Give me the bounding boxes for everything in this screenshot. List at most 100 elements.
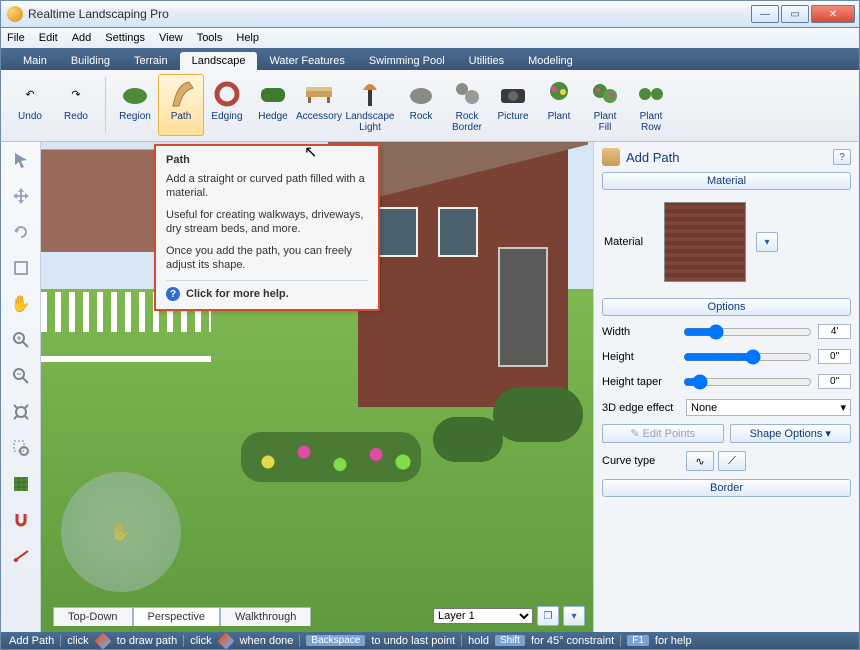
taper-value[interactable]: 0" <box>818 374 851 389</box>
grid-tool[interactable] <box>9 472 33 496</box>
move-tool[interactable] <box>9 184 33 208</box>
menu-bar: File Edit Add Settings View Tools Help <box>0 28 860 48</box>
accessory-button[interactable]: Accessory <box>296 74 342 136</box>
material-swatch[interactable] <box>664 202 746 282</box>
section-options[interactable]: Options <box>602 298 851 316</box>
zoom-in-tool[interactable] <box>9 328 33 352</box>
picture-button[interactable]: Picture <box>490 74 536 136</box>
rock-label: Rock <box>410 111 433 122</box>
menu-edit[interactable]: Edit <box>39 32 58 44</box>
tooltip-help-label: Click for more help. <box>186 288 289 300</box>
plant-row-button[interactable]: Plant Row <box>628 74 674 136</box>
plant-fill-label: Plant Fill <box>594 111 617 133</box>
tab-landscape[interactable]: Landscape <box>180 52 258 70</box>
tooltip-help-link[interactable]: ? Click for more help. <box>166 280 368 301</box>
zoom-extents-tool[interactable] <box>9 400 33 424</box>
tab-main[interactable]: Main <box>11 52 59 70</box>
layer-control: Layer 1 ❐ ▾ <box>433 606 585 626</box>
edging-button[interactable]: Edging <box>204 74 250 136</box>
landscape-light-button[interactable]: Landscape Light <box>342 74 398 136</box>
hedge-button[interactable]: Hedge <box>250 74 296 136</box>
path-icon <box>166 79 196 109</box>
undo-button[interactable]: ↶ Undo <box>7 74 53 136</box>
viewtab-perspective[interactable]: Perspective <box>133 607 220 626</box>
tab-water-features[interactable]: Water Features <box>257 52 356 70</box>
rock-border-button[interactable]: Rock Border <box>444 74 490 136</box>
bush-graphic <box>433 417 503 462</box>
maximize-button[interactable]: ▭ <box>781 5 809 23</box>
height-value[interactable]: 0" <box>818 349 851 364</box>
layer-visibility-button[interactable]: ❐ <box>537 606 559 626</box>
section-material[interactable]: Material <box>602 172 851 190</box>
panel-header: Add Path ? <box>602 148 851 166</box>
menu-add[interactable]: Add <box>72 32 92 44</box>
pointer-tool[interactable] <box>9 148 33 172</box>
edit-points-button[interactable]: ✎ Edit Points <box>602 424 724 443</box>
undo-icon: ↶ <box>15 79 45 109</box>
menu-help[interactable]: Help <box>236 32 259 44</box>
snap-tool[interactable] <box>9 508 33 532</box>
menu-tools[interactable]: Tools <box>197 32 223 44</box>
taper-slider[interactable] <box>683 375 812 389</box>
menu-view[interactable]: View <box>159 32 183 44</box>
tab-terrain[interactable]: Terrain <box>122 52 180 70</box>
edge-value: None <box>691 402 717 414</box>
key-f1: F1 <box>627 635 649 646</box>
layer-select[interactable]: Layer 1 <box>433 608 533 624</box>
layer-dropdown-button[interactable]: ▾ <box>563 606 585 626</box>
dimension-tool[interactable] <box>9 544 33 568</box>
height-slider[interactable] <box>683 350 812 364</box>
zoom-selection-tool[interactable] <box>9 436 33 460</box>
left-toolbar: ✋ <box>1 142 41 632</box>
accessory-label: Accessory <box>296 111 342 122</box>
edge-label: 3D edge effect <box>602 402 680 414</box>
hedge-label: Hedge <box>258 111 287 122</box>
menu-settings[interactable]: Settings <box>105 32 145 44</box>
path-button[interactable]: Path <box>158 74 204 136</box>
landscape-light-label: Landscape Light <box>346 111 395 133</box>
material-dropdown-button[interactable]: ▾ <box>756 232 778 252</box>
tab-modeling[interactable]: Modeling <box>516 52 585 70</box>
curve-type-row: Curve type ∿ ⟋ <box>602 451 851 471</box>
house-graphic <box>358 147 568 407</box>
section-border[interactable]: Border <box>602 479 851 497</box>
material-row: Material ▾ <box>602 196 851 292</box>
width-value[interactable]: 4' <box>818 324 851 339</box>
zoom-out-tool[interactable] <box>9 364 33 388</box>
plant-fill-button[interactable]: Plant Fill <box>582 74 628 136</box>
close-button[interactable]: ✕ <box>811 5 855 23</box>
plant-button[interactable]: Plant <box>536 74 582 136</box>
curve-type-line[interactable]: ⟋ <box>718 451 746 471</box>
curve-type-spline[interactable]: ∿ <box>686 451 714 471</box>
camera-icon <box>498 79 528 109</box>
viewtab-top-down[interactable]: Top-Down <box>53 607 133 626</box>
scale-tool[interactable] <box>9 256 33 280</box>
viewport-3d[interactable]: ↖ Path Add a straight or curved path fil… <box>41 142 593 632</box>
region-button[interactable]: Region <box>112 74 158 136</box>
shape-options-button[interactable]: Shape Options ▾ <box>730 424 852 443</box>
pan-tool[interactable]: ✋ <box>9 292 33 316</box>
tab-swimming-pool[interactable]: Swimming Pool <box>357 52 457 70</box>
rotate-tool[interactable] <box>9 220 33 244</box>
edge-effect-row: 3D edge effect None▾ <box>602 399 851 416</box>
edge-effect-dropdown[interactable]: None▾ <box>686 399 851 416</box>
navigation-wheel[interactable] <box>61 472 181 592</box>
status-bar: Add Path click to draw path click when d… <box>0 632 860 650</box>
edging-icon <box>212 79 242 109</box>
rock-button[interactable]: Rock <box>398 74 444 136</box>
region-label: Region <box>119 111 151 122</box>
panel-help-button[interactable]: ? <box>833 149 851 165</box>
path-label: Path <box>171 111 192 122</box>
bush-graphic <box>493 387 583 442</box>
width-slider[interactable] <box>683 325 812 339</box>
redo-button[interactable]: ↷ Redo <box>53 74 99 136</box>
picture-label: Picture <box>497 111 528 122</box>
rock-border-icon <box>452 79 482 109</box>
window-buttons: — ▭ ✕ <box>749 5 855 23</box>
tab-building[interactable]: Building <box>59 52 122 70</box>
tab-utilities[interactable]: Utilities <box>457 52 516 70</box>
tooltip-title: Path <box>166 154 368 166</box>
minimize-button[interactable]: — <box>751 5 779 23</box>
menu-file[interactable]: File <box>7 32 25 44</box>
viewtab-walkthrough[interactable]: Walkthrough <box>220 607 311 626</box>
